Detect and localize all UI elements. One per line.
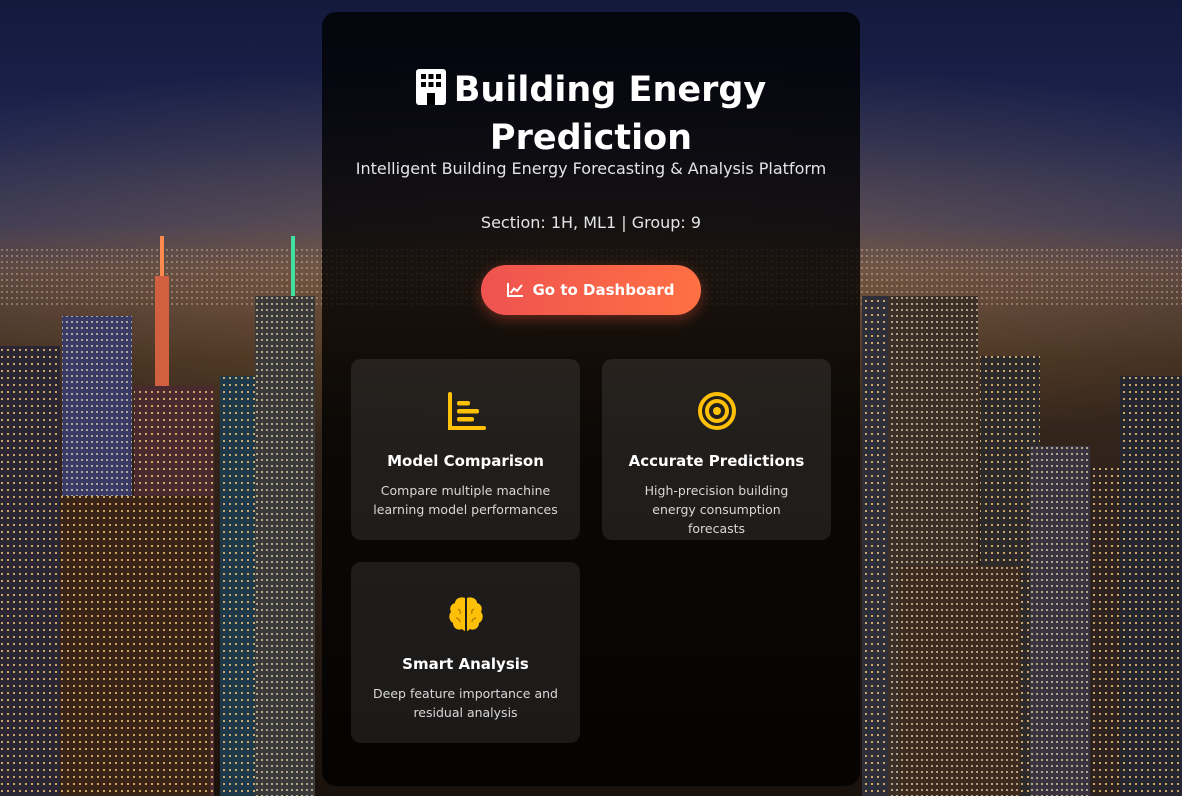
feature-description: High-precision building energy consumpti… <box>644 483 789 536</box>
building-icon <box>415 69 446 116</box>
page-title: Building Energy Prediction <box>322 68 860 160</box>
chart-line-icon <box>507 283 524 297</box>
title-text: Building Energy Prediction <box>453 70 767 158</box>
page-subtitle: Intelligent Building Energy Forecasting … <box>355 159 827 178</box>
feature-title: Smart Analysis <box>402 655 529 673</box>
dashboard-button-label: Go to Dashboard <box>532 281 675 299</box>
brain-icon <box>448 597 483 631</box>
bar-chart-icon <box>447 392 486 430</box>
feature-description: Compare multiple machine learning model … <box>373 483 558 517</box>
target-icon <box>697 392 736 430</box>
feature-card-model-comparison: Model Comparison Compare multiple machin… <box>351 359 580 540</box>
feature-title: Accurate Predictions <box>628 452 805 470</box>
section-info: Section: 1H, ML1 | Group: 9 <box>480 213 702 232</box>
feature-card-smart-analysis: Smart Analysis Deep feature importance a… <box>351 562 580 743</box>
feature-description: Deep feature importance and residual ana… <box>373 686 558 720</box>
welcome-card: Building Energy Prediction Intelligent B… <box>322 12 860 786</box>
go-to-dashboard-button[interactable]: Go to Dashboard <box>481 265 701 315</box>
feature-card-accurate-predictions: Accurate Predictions High-precision buil… <box>602 359 831 540</box>
feature-title: Model Comparison <box>387 452 544 470</box>
